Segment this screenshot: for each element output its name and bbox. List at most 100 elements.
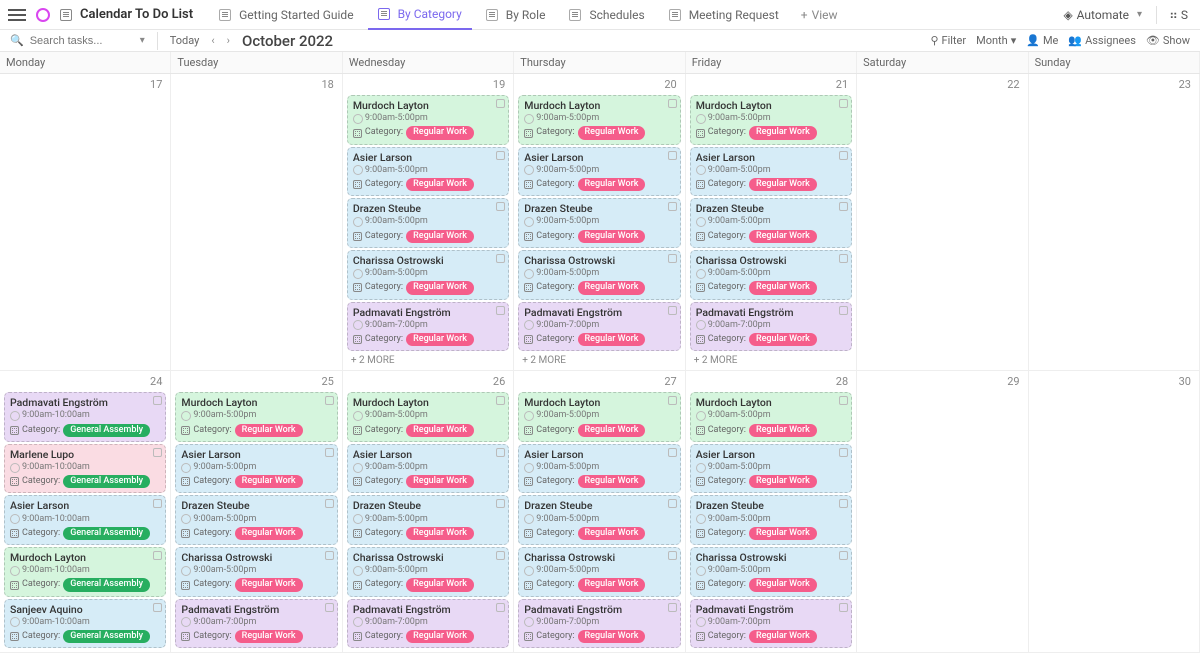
calendar-cell[interactable]: 17 bbox=[0, 74, 171, 371]
calendar-event[interactable]: Sanjeev Aquino 9:00am-10:00am Category: … bbox=[4, 599, 166, 649]
calendar-event[interactable]: Charissa Ostrowski 9:00am-5:00pm Categor… bbox=[518, 250, 680, 300]
copy-icon[interactable] bbox=[668, 448, 677, 457]
calendar-event[interactable]: Murdoch Layton 9:00am-5:00pm Category: R… bbox=[690, 392, 852, 442]
copy-icon[interactable] bbox=[325, 396, 334, 405]
copy-icon[interactable] bbox=[668, 99, 677, 108]
copy-icon[interactable] bbox=[839, 254, 848, 263]
view-mode-dropdown[interactable]: Month ▾ bbox=[976, 34, 1016, 47]
calendar-cell[interactable]: 25 Murdoch Layton 9:00am-5:00pm Category… bbox=[171, 371, 342, 653]
show-more-button[interactable]: + 2 MORE bbox=[345, 353, 511, 368]
calendar-event[interactable]: Asier Larson 9:00am-5:00pm Category: Reg… bbox=[518, 444, 680, 494]
calendar-event[interactable]: Padmavati Engström 9:00am-7:00pm Categor… bbox=[690, 302, 852, 352]
next-button[interactable]: › bbox=[223, 34, 234, 47]
calendar-event[interactable]: Charissa Ostrowski 9:00am-5:00pm Categor… bbox=[347, 547, 509, 597]
calendar-event[interactable]: Murdoch Layton 9:00am-5:00pm Category: R… bbox=[175, 392, 337, 442]
calendar-cell[interactable]: 21 Murdoch Layton 9:00am-5:00pm Category… bbox=[686, 74, 857, 371]
copy-icon[interactable] bbox=[668, 551, 677, 560]
prev-button[interactable]: ‹ bbox=[207, 34, 218, 47]
calendar-event[interactable]: Asier Larson 9:00am-5:00pm Category: Reg… bbox=[518, 147, 680, 197]
calendar-event[interactable]: Asier Larson 9:00am-5:00pm Category: Reg… bbox=[690, 147, 852, 197]
calendar-event[interactable]: Murdoch Layton 9:00am-5:00pm Category: R… bbox=[347, 95, 509, 145]
calendar-event[interactable]: Asier Larson 9:00am-5:00pm Category: Reg… bbox=[347, 147, 509, 197]
copy-icon[interactable] bbox=[839, 448, 848, 457]
filter-button[interactable]: ⚲ Filter bbox=[930, 34, 966, 47]
copy-icon[interactable] bbox=[496, 306, 505, 315]
copy-icon[interactable] bbox=[496, 396, 505, 405]
share-button[interactable]: ⠶ S bbox=[1165, 8, 1192, 22]
calendar-event[interactable]: Murdoch Layton 9:00am-5:00pm Category: R… bbox=[518, 95, 680, 145]
calendar-cell[interactable]: 24 Padmavati Engström 9:00am-10:00am Cat… bbox=[0, 371, 171, 653]
calendar-event[interactable]: Padmavati Engström 9:00am-7:00pm Categor… bbox=[518, 599, 680, 649]
calendar-event[interactable]: Drazen Steube 9:00am-5:00pm Category: Re… bbox=[347, 198, 509, 248]
calendar-event[interactable]: Asier Larson 9:00am-5:00pm Category: Reg… bbox=[175, 444, 337, 494]
copy-icon[interactable] bbox=[496, 603, 505, 612]
search-input[interactable]: 🔍▾ bbox=[10, 34, 145, 47]
calendar-event[interactable]: Padmavati Engström 9:00am-7:00pm Categor… bbox=[518, 302, 680, 352]
copy-icon[interactable] bbox=[325, 603, 334, 612]
chevron-down-icon[interactable]: ▾ bbox=[140, 35, 145, 46]
calendar-event[interactable]: Asier Larson 9:00am-5:00pm Category: Reg… bbox=[690, 444, 852, 494]
show-button[interactable]: 👁 Show bbox=[1146, 34, 1190, 47]
copy-icon[interactable] bbox=[668, 254, 677, 263]
copy-icon[interactable] bbox=[668, 396, 677, 405]
calendar-event[interactable]: Charissa Ostrowski 9:00am-5:00pm Categor… bbox=[518, 547, 680, 597]
calendar-cell[interactable]: 28 Murdoch Layton 9:00am-5:00pm Category… bbox=[686, 371, 857, 653]
calendar-event[interactable]: Murdoch Layton 9:00am-5:00pm Category: R… bbox=[518, 392, 680, 442]
copy-icon[interactable] bbox=[153, 603, 162, 612]
calendar-event[interactable]: Padmavati Engström 9:00am-7:00pm Categor… bbox=[690, 599, 852, 649]
show-more-button[interactable]: + 2 MORE bbox=[516, 353, 682, 368]
calendar-cell[interactable]: 26 Murdoch Layton 9:00am-5:00pm Category… bbox=[343, 371, 514, 653]
calendar-event[interactable]: Charissa Ostrowski 9:00am-5:00pm Categor… bbox=[690, 547, 852, 597]
calendar-event[interactable]: Drazen Steube 9:00am-5:00pm Category: Re… bbox=[690, 198, 852, 248]
copy-icon[interactable] bbox=[153, 551, 162, 560]
copy-icon[interactable] bbox=[839, 551, 848, 560]
calendar-event[interactable]: Drazen Steube 9:00am-5:00pm Category: Re… bbox=[518, 495, 680, 545]
copy-icon[interactable] bbox=[496, 254, 505, 263]
tab-getting-started[interactable]: Getting Started Guide bbox=[209, 0, 363, 30]
copy-icon[interactable] bbox=[839, 396, 848, 405]
copy-icon[interactable] bbox=[668, 202, 677, 211]
calendar-cell[interactable]: 18 bbox=[171, 74, 342, 371]
calendar-event[interactable]: Marlene Lupo 9:00am-10:00am Category: Ge… bbox=[4, 444, 166, 494]
calendar-cell[interactable]: 20 Murdoch Layton 9:00am-5:00pm Category… bbox=[514, 74, 685, 371]
calendar-event[interactable]: Murdoch Layton 9:00am-10:00am Category: … bbox=[4, 547, 166, 597]
calendar-cell[interactable]: 23 bbox=[1029, 74, 1200, 371]
copy-icon[interactable] bbox=[496, 448, 505, 457]
copy-icon[interactable] bbox=[325, 499, 334, 508]
calendar-event[interactable]: Murdoch Layton 9:00am-5:00pm Category: R… bbox=[347, 392, 509, 442]
calendar-event[interactable]: Drazen Steube 9:00am-5:00pm Category: Re… bbox=[175, 495, 337, 545]
copy-icon[interactable] bbox=[839, 306, 848, 315]
copy-icon[interactable] bbox=[325, 551, 334, 560]
calendar-event[interactable]: Charissa Ostrowski 9:00am-5:00pm Categor… bbox=[175, 547, 337, 597]
copy-icon[interactable] bbox=[153, 448, 162, 457]
tab-schedules[interactable]: Schedules bbox=[559, 0, 654, 30]
calendar-event[interactable]: Padmavati Engström 9:00am-10:00am Catego… bbox=[4, 392, 166, 442]
calendar-event[interactable]: Drazen Steube 9:00am-5:00pm Category: Re… bbox=[690, 495, 852, 545]
calendar-event[interactable]: Drazen Steube 9:00am-5:00pm Category: Re… bbox=[347, 495, 509, 545]
copy-icon[interactable] bbox=[496, 99, 505, 108]
copy-icon[interactable] bbox=[668, 603, 677, 612]
copy-icon[interactable] bbox=[839, 499, 848, 508]
calendar-cell[interactable]: 19 Murdoch Layton 9:00am-5:00pm Category… bbox=[343, 74, 514, 371]
copy-icon[interactable] bbox=[668, 151, 677, 160]
calendar-event[interactable]: Padmavati Engström 9:00am-7:00pm Categor… bbox=[347, 599, 509, 649]
calendar-event[interactable]: Asier Larson 9:00am-5:00pm Category: Reg… bbox=[347, 444, 509, 494]
calendar-cell[interactable]: 27 Murdoch Layton 9:00am-5:00pm Category… bbox=[514, 371, 685, 653]
show-more-button[interactable]: + 2 MORE bbox=[688, 353, 854, 368]
menu-toggle[interactable] bbox=[8, 6, 26, 24]
calendar-event[interactable]: Murdoch Layton 9:00am-5:00pm Category: R… bbox=[690, 95, 852, 145]
tab-meeting-request[interactable]: Meeting Request bbox=[659, 0, 789, 30]
copy-icon[interactable] bbox=[153, 499, 162, 508]
copy-icon[interactable] bbox=[496, 499, 505, 508]
copy-icon[interactable] bbox=[839, 603, 848, 612]
tab-by-role[interactable]: By Role bbox=[476, 0, 556, 30]
calendar-cell[interactable]: 22 bbox=[857, 74, 1028, 371]
calendar-event[interactable]: Drazen Steube 9:00am-5:00pm Category: Re… bbox=[518, 198, 680, 248]
calendar-event[interactable]: Asier Larson 9:00am-10:00am Category: Ge… bbox=[4, 495, 166, 545]
copy-icon[interactable] bbox=[839, 151, 848, 160]
assignees-filter[interactable]: 👥 Assignees bbox=[1068, 34, 1136, 47]
tab-by-category[interactable]: By Category bbox=[368, 0, 472, 30]
calendar-cell[interactable]: 30 bbox=[1029, 371, 1200, 653]
copy-icon[interactable] bbox=[839, 99, 848, 108]
copy-icon[interactable] bbox=[668, 499, 677, 508]
